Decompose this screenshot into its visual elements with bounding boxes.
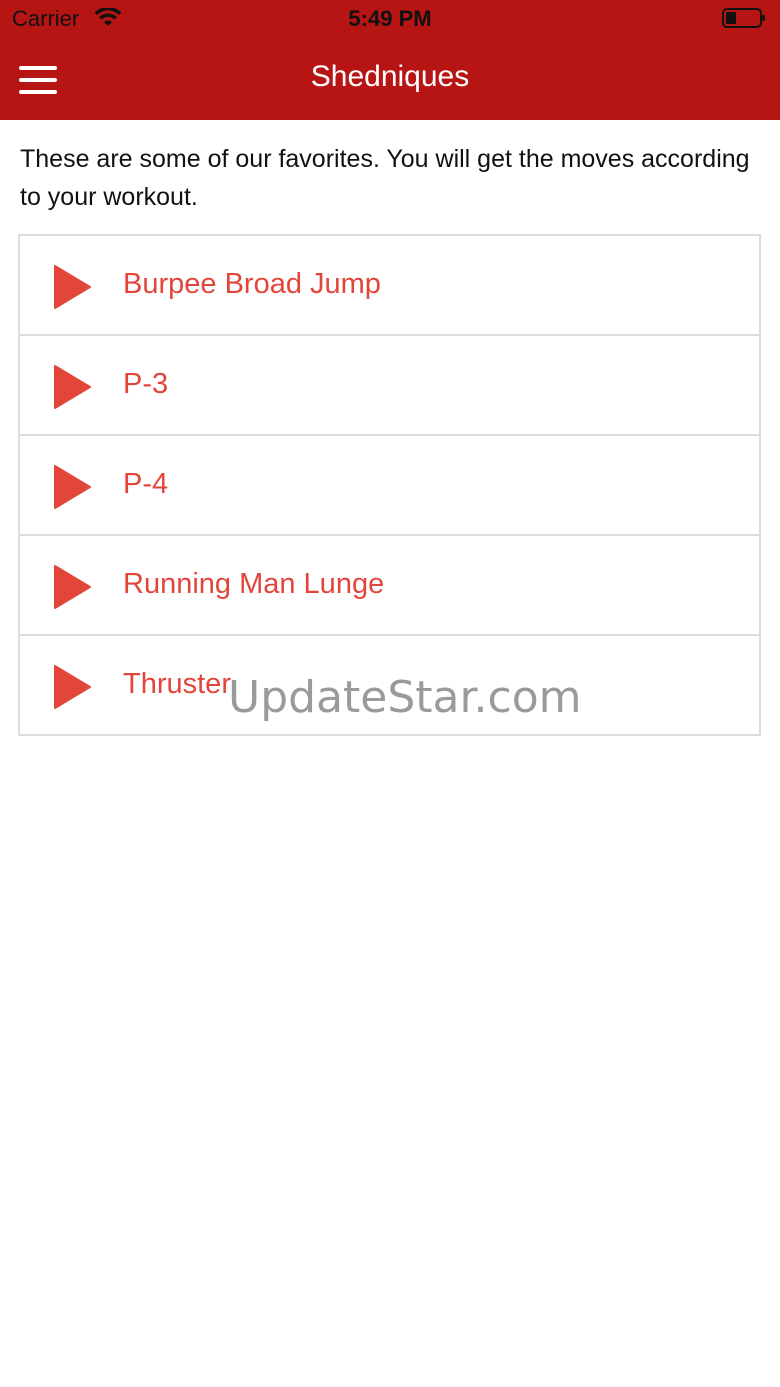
play-icon (54, 365, 91, 409)
list-item-running-man-lunge[interactable]: Running Man Lunge (20, 536, 759, 636)
battery-icon (722, 8, 765, 28)
list-item-label: P-4 (123, 468, 169, 500)
app-header: Carrier 5:49 PM Shedniques (0, 0, 780, 120)
list-item-p-3[interactable]: P-3 (20, 336, 759, 436)
list-item-burpee-broad-jump[interactable]: Burpee Broad Jump (20, 236, 759, 336)
play-icon (54, 665, 91, 709)
intro-text: These are some of our favorites. You wil… (20, 145, 750, 211)
status-bar: Carrier 5:49 PM (0, 0, 780, 40)
list-item-p-4[interactable]: P-4 (20, 436, 759, 536)
play-icon (54, 465, 91, 509)
status-time: 5:49 PM (348, 6, 432, 31)
watermark: UpdateStar.com (228, 672, 582, 723)
play-icon (54, 565, 91, 609)
list-item-label: Burpee Broad Jump (123, 268, 381, 300)
list-item-label: P-3 (123, 368, 169, 400)
moves-list: Burpee Broad Jump P-3 P-4 Running Man Lu… (18, 234, 761, 736)
list-item-label: Running Man Lunge (123, 568, 385, 600)
list-item-label: Thruster (123, 668, 231, 700)
page-title: Shedniques (310, 60, 470, 93)
play-icon (54, 265, 91, 309)
navigation-bar: Shedniques (0, 40, 780, 120)
